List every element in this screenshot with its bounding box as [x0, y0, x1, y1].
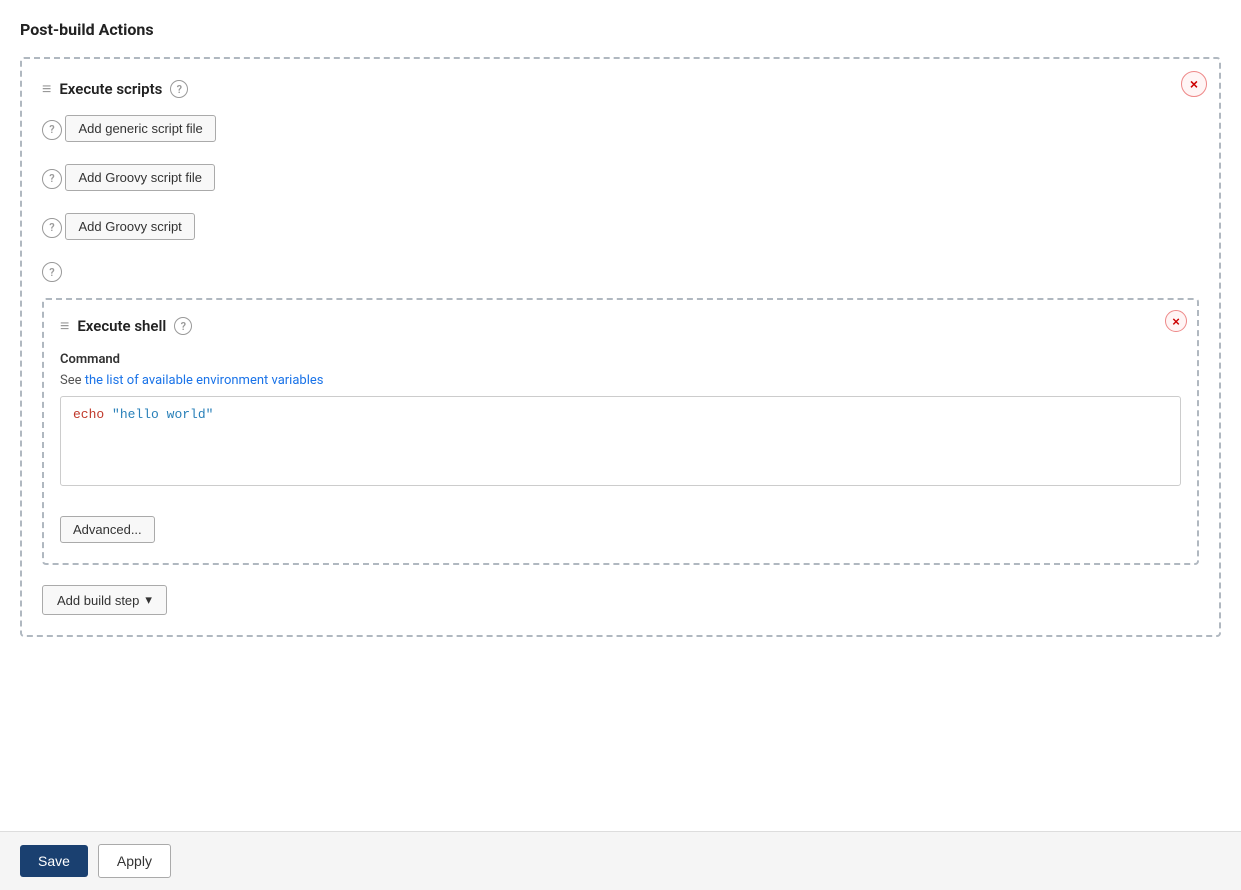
section-header: ≡ Execute scripts ? [42, 79, 1199, 99]
execute-shell-drag-handle-icon[interactable]: ≡ [60, 316, 69, 336]
execute-shell-title: Execute shell [77, 317, 166, 335]
add-build-step-chevron-icon: ▾ [145, 592, 152, 608]
groovy-script-file-row: ? Add Groovy script file [42, 164, 1199, 209]
execute-shell-help-icon[interactable]: ? [174, 317, 192, 335]
execute-scripts-title: Execute scripts [59, 80, 162, 98]
groovy-script-row: ? Add Groovy script [42, 213, 1199, 258]
page-title: Post-build Actions [20, 20, 1221, 39]
command-label: Command [60, 352, 1181, 367]
footer-bar: Save Apply [0, 831, 1241, 890]
env-vars-link[interactable]: the list of available environment variab… [85, 373, 324, 388]
add-groovy-script-file-button[interactable]: Add Groovy script file [65, 164, 215, 191]
execute-scripts-section: ≡ Execute scripts ? × ? Add generic scri… [20, 57, 1221, 637]
add-build-step-label: Add build step [57, 593, 139, 608]
execute-scripts-help-icon[interactable]: ? [170, 80, 188, 98]
save-button[interactable]: Save [20, 845, 88, 877]
add-groovy-script-button[interactable]: Add Groovy script [65, 213, 194, 240]
drag-handle-icon[interactable]: ≡ [42, 79, 51, 99]
add-generic-script-file-button[interactable]: Add generic script file [65, 115, 215, 142]
groovy-script-file-question-icon[interactable]: ? [42, 169, 62, 189]
execute-shell-close-button[interactable]: × [1165, 310, 1187, 332]
command-code-display: echo "hello world" [60, 396, 1181, 486]
add-build-step-button[interactable]: Add build step ▾ [42, 585, 167, 615]
execute-shell-header: ≡ Execute shell ? [60, 316, 1181, 336]
advanced-button[interactable]: Advanced... [60, 516, 155, 543]
generic-script-file-row: ? Add generic script file [42, 115, 1199, 160]
execute-scripts-close-button[interactable]: × [1181, 71, 1207, 97]
generic-script-question-icon[interactable]: ? [42, 120, 62, 140]
execute-shell-outer-question-icon[interactable]: ? [42, 262, 62, 282]
execute-shell-section: ≡ Execute shell ? × Command See the list… [42, 298, 1199, 565]
groovy-script-question-icon[interactable]: ? [42, 218, 62, 238]
execute-shell-row: ? ≡ Execute shell ? × Command See the li… [42, 262, 1199, 565]
env-vars-text: See the list of available environment va… [60, 373, 1181, 388]
apply-button[interactable]: Apply [98, 844, 171, 878]
